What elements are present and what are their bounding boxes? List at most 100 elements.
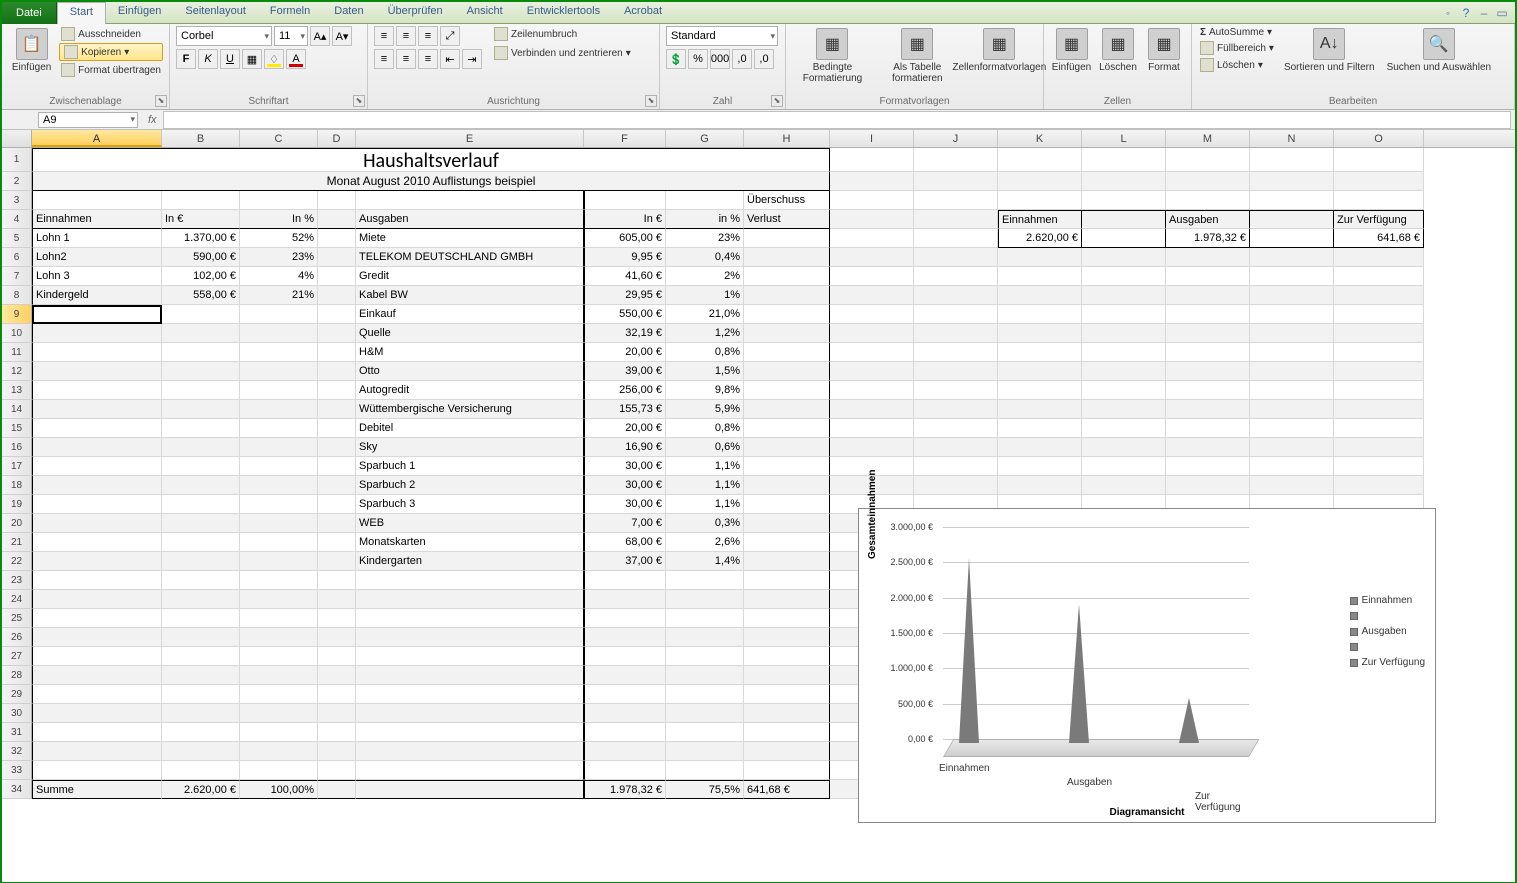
cell[interactable] [830,191,914,210]
cell[interactable] [744,609,830,628]
cell[interactable] [1334,381,1424,400]
cell[interactable] [584,590,666,609]
conditional-format-button[interactable]: ▦Bedingte Formatierung [792,26,873,86]
cell[interactable] [1334,343,1424,362]
cell[interactable] [1082,267,1166,286]
cell[interactable] [318,476,356,495]
cell[interactable] [914,381,998,400]
cell[interactable] [1082,324,1166,343]
cell[interactable] [162,381,240,400]
cell[interactable] [356,704,584,723]
cell[interactable] [584,742,666,761]
cell[interactable]: 100,00% [240,780,318,799]
cell[interactable]: 52% [240,229,318,248]
cell[interactable] [1334,248,1424,267]
cell[interactable]: H&M [356,343,584,362]
cell[interactable]: 0,8% [666,343,744,362]
cell[interactable] [240,609,318,628]
cell[interactable] [1334,476,1424,495]
cell[interactable] [914,343,998,362]
cell[interactable]: 1.978,32 € [584,780,666,799]
cell[interactable]: 0,8% [666,419,744,438]
cell[interactable] [318,343,356,362]
cell[interactable] [914,248,998,267]
cell[interactable] [318,685,356,704]
cell[interactable] [584,685,666,704]
cell[interactable] [744,248,830,267]
cell[interactable]: 37,00 € [584,552,666,571]
cell[interactable] [1082,148,1166,172]
row-header[interactable]: 11 [2,343,32,362]
font-name-combo[interactable]: Corbel [176,26,272,46]
cell[interactable]: Sparbuch 2 [356,476,584,495]
cell[interactable]: In % [240,210,318,229]
row-header[interactable]: 30 [2,704,32,723]
cell[interactable] [32,343,162,362]
cell[interactable] [356,590,584,609]
cell[interactable] [162,704,240,723]
cell[interactable] [998,248,1082,267]
cell[interactable] [318,780,356,799]
cell[interactable]: Verlust [744,210,830,229]
cell[interactable]: 1% [666,286,744,305]
cell[interactable] [914,210,998,229]
decrease-indent-icon[interactable]: ⇤ [440,49,460,69]
row-header[interactable]: 14 [2,400,32,419]
merge-center-button[interactable]: Verbinden und zentrieren ▾ [492,45,633,61]
cell[interactable] [162,742,240,761]
cell[interactable] [162,191,240,210]
cell[interactable]: 256,00 € [584,381,666,400]
cell[interactable] [1334,457,1424,476]
row-header[interactable]: 17 [2,457,32,476]
cell[interactable] [318,761,356,780]
cell[interactable] [998,191,1082,210]
row-header[interactable]: 4 [2,210,32,229]
cell[interactable] [240,742,318,761]
cell[interactable] [1334,400,1424,419]
col-header-H[interactable]: H [744,130,830,147]
cell[interactable] [318,704,356,723]
cell[interactable] [356,666,584,685]
cell[interactable] [240,704,318,723]
cell[interactable]: 1.978,32 € [1166,229,1250,248]
cell[interactable] [1334,191,1424,210]
cell[interactable]: 20,00 € [584,343,666,362]
cell[interactable] [914,267,998,286]
thousands-icon[interactable]: 000 [710,49,730,69]
title-cell[interactable]: Haushaltsverlauf [32,148,830,172]
font-color-button[interactable]: A [286,49,306,69]
row-header[interactable]: 21 [2,533,32,552]
cell[interactable] [1250,343,1334,362]
cell[interactable] [32,590,162,609]
underline-button[interactable]: U [220,49,240,69]
cell[interactable] [1166,419,1250,438]
cell[interactable] [1082,210,1166,229]
cell[interactable] [584,609,666,628]
cell[interactable] [744,476,830,495]
cell[interactable] [162,666,240,685]
cell[interactable] [914,419,998,438]
cell[interactable]: 7,00 € [584,514,666,533]
cell-styles-button[interactable]: ▦Zellenformatvorlagen [962,26,1037,75]
cell[interactable] [666,609,744,628]
clipboard-dialog-launcher[interactable]: ⬊ [155,95,167,107]
cell[interactable] [914,457,998,476]
row-header[interactable]: 32 [2,742,32,761]
col-header-M[interactable]: M [1166,130,1250,147]
tab-acrobat[interactable]: Acrobat [612,2,674,24]
cell[interactable]: Quelle [356,324,584,343]
cell[interactable] [998,419,1082,438]
font-size-combo[interactable]: 11 [274,26,308,46]
cell[interactable]: 0,4% [666,248,744,267]
cell[interactable] [666,191,744,210]
cell[interactable] [318,571,356,590]
cell[interactable]: Überschuss [744,191,830,210]
cell[interactable] [162,362,240,381]
cell[interactable] [744,362,830,381]
cell[interactable] [1334,267,1424,286]
cell[interactable]: 2.620,00 € [162,780,240,799]
cell[interactable] [240,685,318,704]
cell[interactable] [744,495,830,514]
cell[interactable]: 1,2% [666,324,744,343]
cell[interactable] [914,286,998,305]
